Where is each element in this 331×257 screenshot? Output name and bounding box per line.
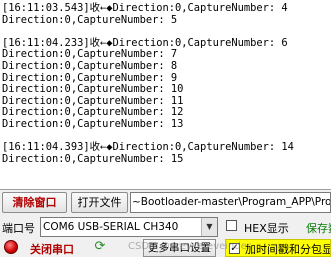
port-label: 端口号 [2, 222, 35, 235]
terminal-line: Direction:0,CaptureNumber: 15 [2, 152, 184, 165]
port-select-value: COM6 USB-SERIAL CH340 [43, 221, 179, 233]
save-data-link[interactable]: 保存数据 [306, 220, 331, 236]
more-serial-settings-button[interactable]: 更多串口设置 [143, 239, 216, 257]
port-status-icon [4, 240, 18, 254]
toolbar-row: 清除窗口 打开文件 ~Bootloader-master\Program_APP… [0, 192, 331, 214]
terminal-line: Direction:0,CaptureNumber: 5 [2, 13, 178, 26]
port-select[interactable]: COM6 USB-SERIAL CH340 ▼ [40, 217, 218, 237]
open-file-button[interactable]: 打开文件 [71, 192, 128, 213]
port-row: 端口号 COM6 USB-SERIAL CH340 ▼ HEX显示 保存数据 [0, 217, 331, 237]
terminal-line: [16:11:03.543]收←◆Direction:0,CaptureNumb… [2, 2, 288, 14]
hex-display-label: HEX显示 [244, 222, 289, 235]
hex-display-checkbox[interactable] [226, 220, 237, 231]
bottom-row: 关闭串口 ⟳ 更多串口设置 ✓ 加时间戳和分包显示 [0, 239, 331, 257]
terminal-line: Direction:0,CaptureNumber: 10 [2, 83, 184, 96]
refresh-icon[interactable]: ⟳ [92, 239, 108, 255]
terminal-line: Direction:0,CaptureNumber: 13 [2, 117, 184, 130]
terminal-line: Direction:0,CaptureNumber: 8 [2, 59, 178, 72]
timestamp-checkbox[interactable]: ✓ [229, 243, 240, 254]
timestamp-label: 加时间戳和分包显示 [245, 243, 330, 256]
terminal-line: [16:11:04.393]收←◆Direction:0,CaptureNumb… [2, 141, 294, 154]
receive-area[interactable]: [16:11:03.543]收←◆Direction:0,CaptureNumb… [0, 0, 331, 190]
close-port-button[interactable]: 关闭串口 [30, 241, 74, 257]
file-path-field[interactable]: ~Bootloader-master\Program_APP\Program [130, 192, 331, 213]
chevron-down-icon[interactable]: ▼ [201, 218, 217, 236]
clear-window-button[interactable]: 清除窗口 [2, 192, 67, 213]
serial-assistant-window: [16:11:03.543]收←◆Direction:0,CaptureNumb… [0, 0, 331, 257]
timestamp-option[interactable]: ✓ 加时间戳和分包显示 [225, 239, 331, 257]
